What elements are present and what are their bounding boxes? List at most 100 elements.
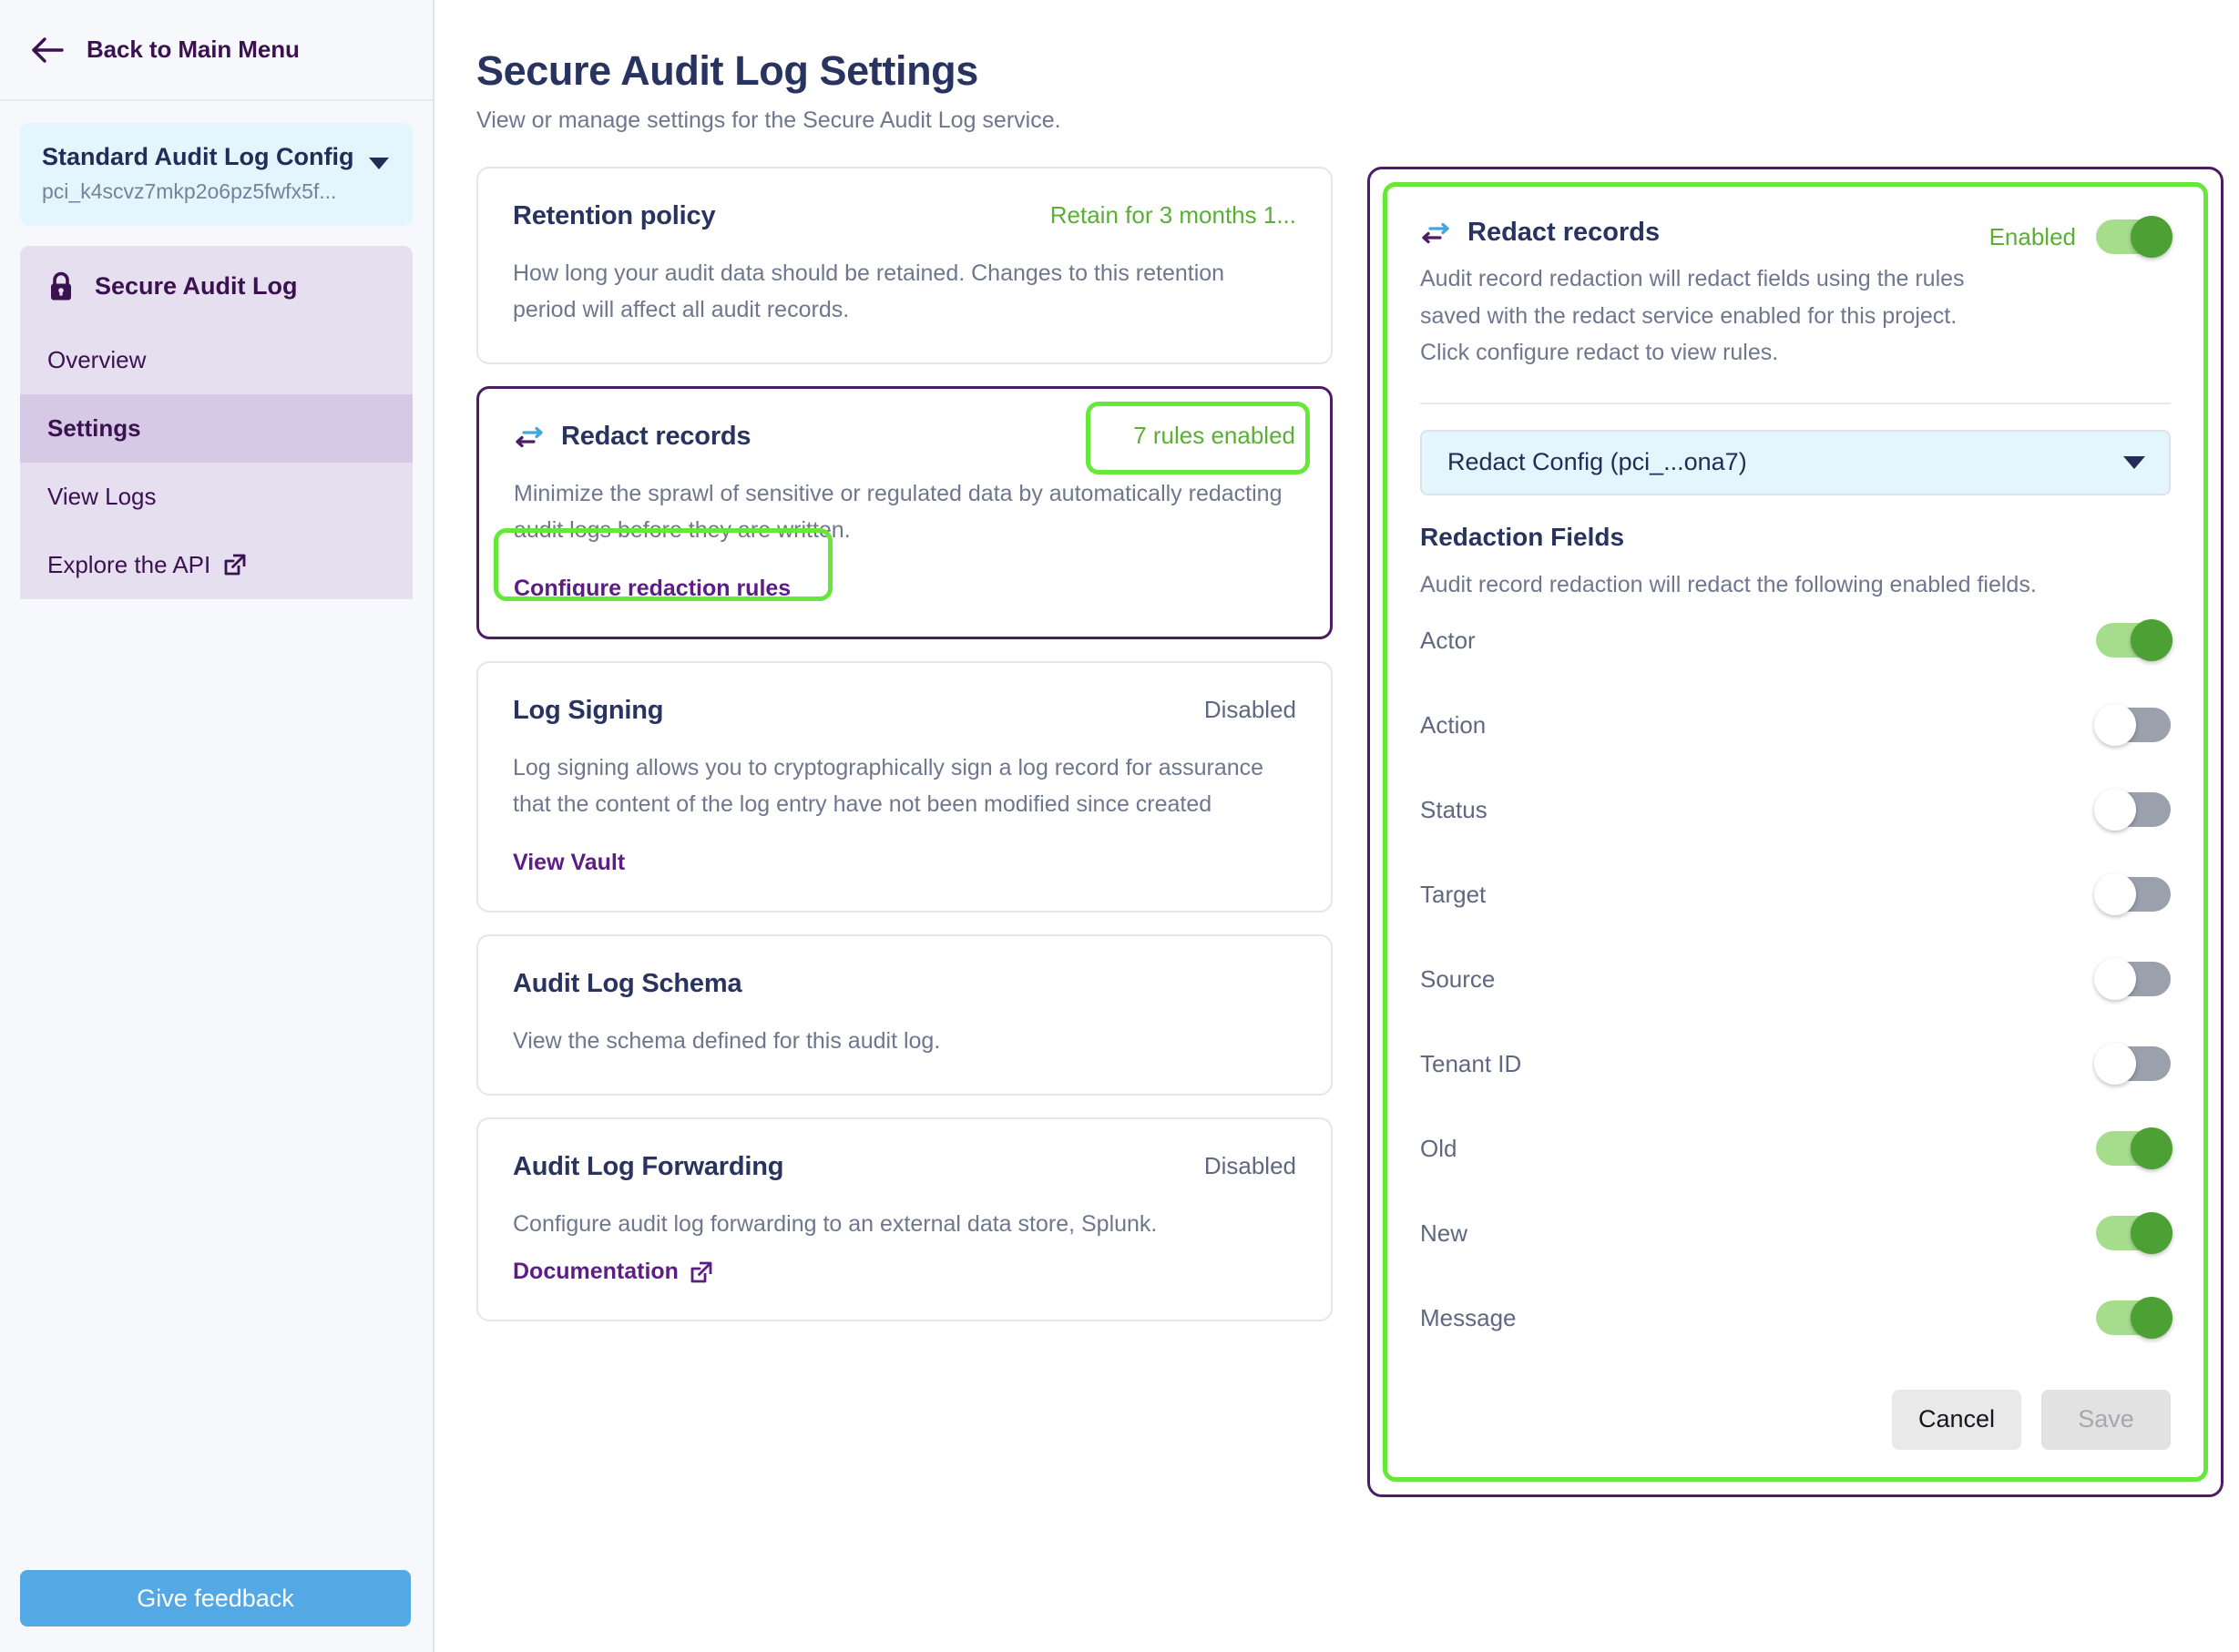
sidebar-item-view-logs[interactable]: View Logs <box>20 463 413 531</box>
forwarding-status-badge: Disabled <box>1203 1152 1296 1179</box>
card-title-wrap: Redact records <box>514 422 751 452</box>
save-button[interactable]: Save <box>2041 1389 2171 1450</box>
redaction-fields-description: Audit record redaction will redact the f… <box>1420 571 2037 597</box>
redaction-field-row: Action <box>1420 683 2171 768</box>
card-header: Redact records 7 rules enabled <box>514 402 1310 474</box>
app-root: Back to Main Menu Standard Audit Log Con… <box>0 0 2239 1652</box>
view-vault-link[interactable]: View Vault <box>513 850 625 876</box>
redaction-field-toggle[interactable] <box>2094 873 2171 915</box>
redaction-field-label: Target <box>1420 880 1487 908</box>
card-description: Minimize the sprawl of sensitive or regu… <box>514 481 1283 543</box>
redaction-field-row: Status <box>1420 768 2171 852</box>
chevron-down-icon <box>369 158 389 169</box>
panel-description: Audit record redaction will redact field… <box>1420 266 1965 365</box>
sidebar-item-label: Overview <box>47 345 147 373</box>
back-to-main-menu-button[interactable]: Back to Main Menu <box>0 0 433 101</box>
config-name: Standard Audit Log Config <box>42 143 354 170</box>
card-description: Configure audit log forwarding to an ext… <box>513 1211 1158 1237</box>
main-content: Secure Audit Log Settings View or manage… <box>435 0 2239 1652</box>
redact-detail-column: Redact records Audit record redaction wi… <box>1367 167 2224 1497</box>
redact-config-select[interactable]: Redact Config (pci_...ona7) <box>1420 429 2171 495</box>
redaction-field-toggle[interactable] <box>2094 1043 2171 1085</box>
card-description: How long your audit data should be retai… <box>513 260 1225 322</box>
lock-icon <box>51 271 71 301</box>
content-columns: Retention policy Retain for 3 months 1..… <box>435 167 2239 1497</box>
redact-rules-badge: 7 rules enabled <box>1133 422 1295 449</box>
card-header: Log Signing Disabled <box>513 696 1296 726</box>
back-to-main-menu-label: Back to Main Menu <box>87 36 300 63</box>
arrow-left-icon <box>32 36 64 63</box>
redaction-field-toggle[interactable] <box>2094 704 2171 746</box>
card-title: Redact records <box>561 422 751 451</box>
redact-config-select-value: Redact Config (pci_...ona7) <box>1447 448 1747 475</box>
log-signing-status-badge: Disabled <box>1203 696 1296 723</box>
page-subtitle: View or manage settings for the Secure A… <box>476 107 1061 133</box>
card-header: Audit Log Forwarding Disabled <box>513 1152 1296 1182</box>
card-title: Log Signing <box>513 696 664 725</box>
sidebar-item-label: Explore the API <box>47 550 211 578</box>
documentation-link[interactable]: Documentation <box>513 1259 713 1285</box>
retention-policy-card[interactable]: Retention policy Retain for 3 months 1..… <box>476 167 1333 364</box>
sidebar-item-explore-the-api[interactable]: Explore the API <box>20 531 413 599</box>
cancel-button[interactable]: Cancel <box>1892 1389 2021 1450</box>
redaction-field-label: Tenant ID <box>1420 1049 1522 1077</box>
panel-title-wrap: Redact records <box>1420 218 1989 248</box>
sidebar-item-overview[interactable]: Overview <box>20 326 413 394</box>
redaction-field-toggle[interactable] <box>2096 1212 2173 1254</box>
redact-enabled-label: Enabled <box>1989 222 2076 250</box>
log-signing-card[interactable]: Log Signing Disabled Log signing allows … <box>476 661 1333 913</box>
card-title-wrap: Audit Log Schema <box>513 969 742 999</box>
redaction-field-label: Message <box>1420 1303 1517 1331</box>
documentation-link-label: Documentation <box>513 1259 679 1284</box>
redaction-field-row: Actor <box>1420 598 2173 683</box>
toggle-knob <box>2094 789 2136 831</box>
redaction-field-row: Target <box>1420 852 2171 937</box>
redaction-field-row: Message <box>1420 1276 2173 1361</box>
sidebar-nav: Secure Audit Log Overview Settings View … <box>20 245 413 599</box>
redaction-field-row: Tenant ID <box>1420 1022 2171 1106</box>
toggle-knob <box>2131 1212 2173 1254</box>
toggle-knob <box>2131 619 2173 661</box>
toggle-knob <box>2131 1297 2173 1339</box>
card-description: Log signing allows you to cryptographica… <box>513 755 1264 817</box>
toggle-knob <box>2094 1043 2136 1085</box>
redaction-field-label: Status <box>1420 795 1488 823</box>
toggle-knob <box>2094 958 2136 1000</box>
redaction-field-toggle[interactable] <box>2096 1297 2173 1339</box>
panel-divider <box>1420 402 2171 404</box>
audit-log-forwarding-card[interactable]: Audit Log Forwarding Disabled Configure … <box>476 1117 1333 1321</box>
panel-header: Redact records Audit record redaction wi… <box>1420 216 2173 372</box>
redaction-field-toggle[interactable] <box>2096 1127 2173 1169</box>
sidebar-item-settings[interactable]: Settings <box>20 393 413 463</box>
external-link-icon <box>690 1261 712 1282</box>
redaction-field-toggle[interactable] <box>2096 619 2173 661</box>
redaction-field-toggle[interactable] <box>2094 789 2171 831</box>
external-link-icon <box>224 554 246 576</box>
redaction-field-label: Actor <box>1420 626 1476 654</box>
redaction-field-row: New <box>1420 1191 2173 1276</box>
redaction-fields-title: Redaction Fields <box>1420 522 1625 551</box>
redaction-field-label: Old <box>1420 1134 1457 1162</box>
config-selector[interactable]: Standard Audit Log Config pci_k4scvz7mkp… <box>20 123 413 226</box>
card-title-wrap: Log Signing <box>513 696 664 726</box>
redaction-fields-list: Actor Action Status Target Source Tenant ID Ol… <box>1420 598 2173 1361</box>
redaction-field-row: Old <box>1420 1106 2173 1191</box>
configure-redaction-rules-link[interactable]: Configure redaction rules <box>514 576 791 602</box>
redaction-field-toggle[interactable] <box>2094 958 2171 1000</box>
redaction-field-label: Source <box>1420 964 1496 993</box>
config-selector-text: Standard Audit Log Config pci_k4scvz7mkp… <box>42 143 360 204</box>
redact-exchange-icon <box>516 426 543 447</box>
config-id: pci_k4scvz7mkp2o6pz5fwfx5f... <box>42 178 337 203</box>
panel-title: Redact records <box>1467 218 1661 247</box>
toggle-knob <box>2131 1127 2173 1169</box>
card-header: Audit Log Schema <box>513 969 1296 999</box>
redact-records-card[interactable]: Redact records 7 rules enabled Minimize … <box>476 386 1333 639</box>
chevron-down-icon <box>2123 455 2145 469</box>
settings-card-list: Retention policy Retain for 3 months 1..… <box>476 167 1333 1497</box>
sidebar-item-label: Settings <box>47 413 141 442</box>
audit-log-schema-card[interactable]: Audit Log Schema View the schema defined… <box>476 934 1333 1096</box>
sidebar-section-label: Secure Audit Log <box>95 272 298 301</box>
card-title: Audit Log Schema <box>513 969 742 998</box>
give-feedback-button[interactable]: Give feedback <box>20 1570 411 1627</box>
redact-enabled-toggle[interactable] <box>2096 216 2173 258</box>
